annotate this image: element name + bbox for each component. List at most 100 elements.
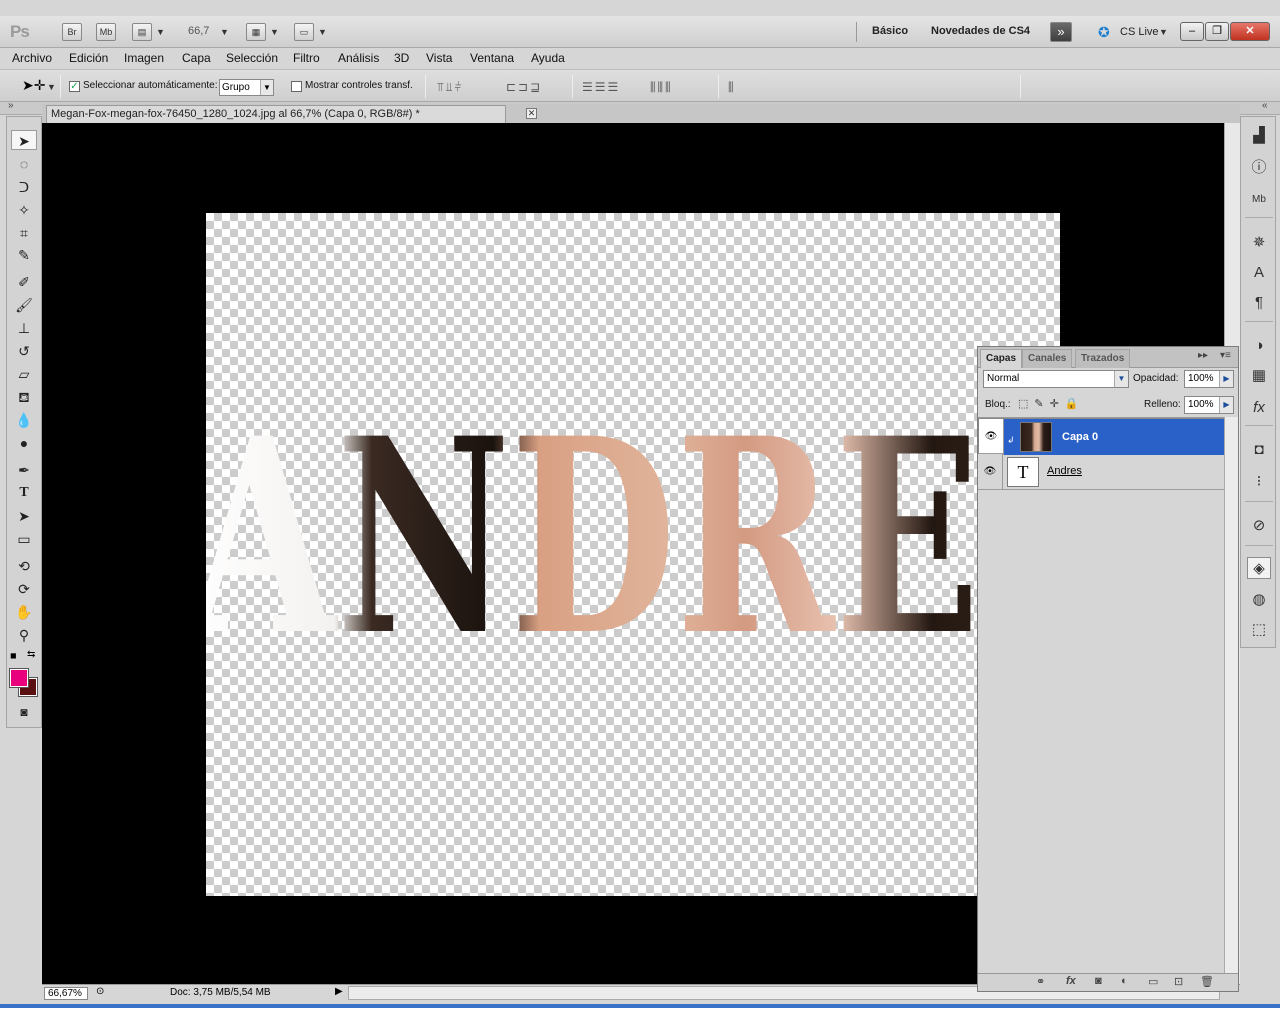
status-info-icon[interactable]: ⊙ [96, 986, 104, 997]
brush-tool-icon[interactable]: 🖌 [11, 295, 37, 315]
layer-row-andres[interactable]: 👁 T Andres [978, 454, 1224, 490]
path-selection-tool-icon[interactable]: ➤ [11, 506, 37, 526]
cs-live-menu[interactable]: CS Live [1120, 26, 1159, 38]
auto-select-checkbox[interactable]: ✓ [69, 81, 80, 92]
default-colors-icon[interactable]: ◼ [10, 651, 17, 660]
delete-layer-icon[interactable]: 🗑 [1200, 975, 1214, 988]
lock-options-icons[interactable]: ⬚✎✛🔒 [1018, 397, 1085, 410]
move-tool-icon[interactable]: ➤ [11, 130, 37, 150]
new-layer-icon[interactable]: ⊡ [1174, 975, 1183, 988]
panel-menu-icon[interactable]: ▾≡ [1220, 350, 1231, 361]
more-workspaces-icon[interactable]: » [1050, 22, 1072, 42]
auto-select-target-dropdown[interactable]: Grupo ▼ [219, 79, 274, 96]
info-icon[interactable]: ⓘ [1247, 157, 1271, 179]
type-tool-icon[interactable]: T [11, 483, 37, 503]
expand-toolbar-icon[interactable]: » [8, 100, 14, 111]
menu-filtro[interactable]: Filtro [293, 51, 320, 65]
marquee-tool-icon[interactable]: ◌ [11, 154, 37, 174]
bridge-button[interactable]: Br [62, 23, 82, 41]
chevron-down-icon[interactable]: ▼ [270, 27, 279, 37]
link-layers-icon[interactable]: ⚭ [1036, 975, 1045, 988]
swatches-icon[interactable]: ▦ [1247, 365, 1271, 387]
status-menu-arrow-icon[interactable]: ▶ [335, 986, 343, 997]
layers-icon[interactable]: ◈ [1247, 557, 1271, 579]
styles-icon[interactable]: fx [1247, 397, 1271, 419]
document-canvas[interactable]: ANDRES [206, 213, 1060, 896]
character-icon[interactable]: A [1247, 262, 1271, 284]
workspace-basic[interactable]: Básico [872, 25, 908, 37]
layer-body[interactable]: ↲ Capa 0 [1003, 419, 1225, 455]
eraser-tool-icon[interactable]: ▱ [11, 364, 37, 384]
minimize-button[interactable]: – [1180, 22, 1204, 41]
fill-field[interactable]: 100% ▶ [1184, 396, 1234, 414]
lasso-tool-icon[interactable]: ᑐ [11, 177, 37, 197]
blend-mode-dropdown[interactable]: Normal ▼ [983, 370, 1129, 388]
restore-button[interactable]: ❐ [1205, 22, 1229, 41]
layers-scrollbar[interactable] [1224, 417, 1238, 973]
workspace-cs4-new[interactable]: Novedades de CS4 [931, 25, 1030, 37]
view-extras-icon[interactable]: ▤ [132, 23, 152, 41]
menu-seleccion[interactable]: Selección [226, 51, 278, 65]
quick-mask-icon[interactable]: ◙ [11, 702, 37, 722]
arrange-documents-icon[interactable]: ▦ [246, 23, 266, 41]
tab-paths[interactable]: Trazados [1075, 349, 1131, 368]
clone-stamp-tool-icon[interactable]: ⊥ [11, 318, 37, 338]
visibility-eye-icon[interactable]: 👁 [982, 464, 998, 480]
adjustment-layer-icon[interactable]: ◐ [1121, 975, 1128, 987]
mini-bridge-icon[interactable]: Mb [1247, 189, 1271, 211]
chevron-down-icon[interactable]: ▼ [156, 27, 165, 37]
document-tab[interactable]: Megan-Fox-megan-fox-76450_1280_1024.jpg … [46, 105, 506, 123]
collapse-panel-icon[interactable]: ▸▸ [1198, 350, 1208, 361]
menu-vista[interactable]: Vista [426, 51, 452, 65]
brushes-icon[interactable]: ⊘ [1247, 515, 1271, 537]
menu-ventana[interactable]: Ventana [470, 51, 514, 65]
close-icon[interactable]: ✕ [526, 108, 537, 119]
layer-name[interactable]: Capa 0 [1062, 430, 1098, 445]
histogram-icon[interactable]: ▟ [1247, 125, 1271, 147]
3d-orbit-tool-icon[interactable]: ⟳ [11, 579, 37, 599]
align-top-icons[interactable]: ⫪⫫⫩ [437, 80, 463, 95]
chevron-down-icon[interactable]: ▼ [1159, 27, 1168, 37]
menu-imagen[interactable]: Imagen [124, 51, 164, 65]
status-zoom-field[interactable]: 66,67% [44, 987, 88, 1000]
auto-align-layers-icon[interactable]: ⫼ [728, 80, 736, 95]
distribute-vertical-icons[interactable]: ☰☰☰ [582, 80, 620, 94]
dodge-tool-icon[interactable]: ● [11, 433, 37, 453]
rectangle-tool-icon[interactable]: ▭ [11, 529, 37, 549]
zoom-tool-icon[interactable]: ⚲ [11, 625, 37, 645]
layer-style-icon[interactable]: fx [1066, 975, 1076, 987]
screen-mode-icon[interactable]: ▭ [294, 23, 314, 41]
opacity-field[interactable]: 100% ▶ [1184, 370, 1234, 388]
menu-analisis[interactable]: Análisis [338, 51, 379, 65]
foreground-color-swatch[interactable] [9, 668, 29, 688]
menu-edicion[interactable]: Edición [69, 51, 108, 65]
align-left-icons[interactable]: ⊏⊐⊒ [506, 80, 542, 94]
eyedropper-tool-icon[interactable]: ✎ [11, 245, 37, 265]
add-mask-icon[interactable]: ◙ [1095, 975, 1102, 987]
magic-wand-tool-icon[interactable]: ✧ [11, 200, 37, 220]
history-brush-tool-icon[interactable]: ↺ [11, 341, 37, 361]
new-group-icon[interactable]: ▭ [1148, 975, 1158, 988]
menu-3d[interactable]: 3D [394, 51, 409, 65]
expand-dock-icon[interactable]: « [1262, 100, 1268, 111]
hand-tool-icon[interactable]: ✋ [11, 602, 37, 622]
channels-icon[interactable]: ◍ [1247, 589, 1271, 611]
blur-tool-icon[interactable]: 💧 [11, 410, 37, 430]
navigator-icon[interactable]: ✵ [1247, 232, 1271, 254]
layer-row-capa-0[interactable]: 👁 ↲ Capa 0 [978, 418, 1225, 455]
close-button[interactable]: ✕ [1230, 22, 1270, 41]
adjustments-icon[interactable]: ◘ [1247, 439, 1271, 461]
distribute-horizontal-icons[interactable]: ⫼⫼⫼ [650, 80, 673, 95]
pen-tool-icon[interactable]: ✒ [11, 460, 37, 480]
layer-body[interactable]: T Andres [1002, 454, 1224, 490]
menu-capa[interactable]: Capa [182, 51, 211, 65]
color-icon[interactable]: ◑ [1247, 335, 1271, 357]
tab-layers[interactable]: Capas [980, 349, 1023, 368]
masks-icon[interactable]: ⁝ [1247, 471, 1271, 493]
chevron-down-icon[interactable]: ▼ [47, 82, 56, 92]
healing-brush-tool-icon[interactable]: ✐ [11, 272, 37, 292]
3d-rotate-tool-icon[interactable]: ⟲ [11, 556, 37, 576]
chevron-right-icon[interactable]: ▶ [1219, 397, 1233, 413]
menu-archivo[interactable]: Archivo [12, 51, 52, 65]
menu-ayuda[interactable]: Ayuda [531, 51, 565, 65]
